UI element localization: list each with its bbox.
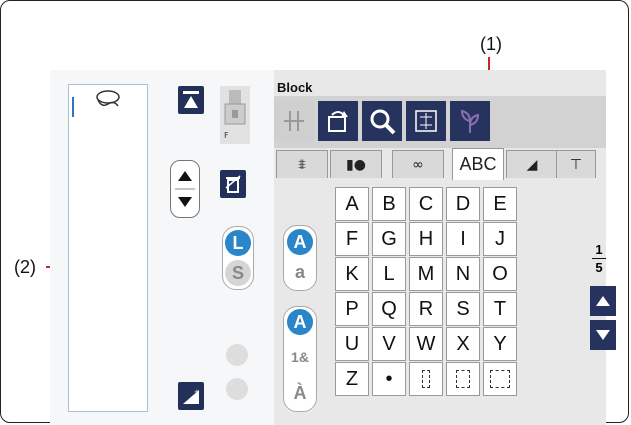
rotate-tool-button[interactable]: [318, 101, 358, 141]
sprout-icon: [460, 109, 480, 133]
space-key-1[interactable]: [409, 362, 443, 396]
tab-satin-stitches[interactable]: ▮●: [330, 150, 382, 178]
zoom-button[interactable]: +: [178, 382, 204, 410]
key-3-2[interactable]: R: [409, 292, 443, 326]
page-indicator: 1 5: [592, 242, 606, 275]
spacing-tool-button[interactable]: [406, 101, 446, 141]
page-total: 5: [595, 260, 603, 275]
up-down-icon[interactable]: [171, 161, 199, 217]
tab-decorative-stitches[interactable]: ∞: [392, 150, 444, 178]
key-0-1[interactable]: B: [372, 187, 406, 221]
mirror-icon[interactable]: [226, 344, 248, 366]
key-0-3[interactable]: D: [446, 187, 480, 221]
decorative-icon: ∞: [412, 156, 424, 173]
resize-icon: +: [183, 388, 200, 404]
key-1-0[interactable]: F: [335, 222, 369, 256]
tab-utility-stitches[interactable]: ⩨: [276, 150, 328, 178]
key-1-4[interactable]: J: [483, 222, 517, 256]
key-1-2[interactable]: H: [409, 222, 443, 256]
stepper-control: [170, 160, 200, 218]
trash-icon: [225, 175, 241, 193]
rotate-icon: [328, 111, 348, 132]
key-5-1[interactable]: •: [372, 362, 406, 396]
text-cursor: [72, 97, 74, 117]
page-up-button[interactable]: [590, 286, 616, 316]
space-icon: [456, 370, 470, 388]
alphabet-button[interactable]: A: [287, 309, 313, 335]
key-2-4[interactable]: O: [483, 257, 517, 291]
align-icon: [284, 111, 304, 131]
key-4-1[interactable]: V: [372, 327, 406, 361]
svg-text:F: F: [224, 131, 229, 140]
key-4-3[interactable]: X: [446, 327, 480, 361]
panel-title: Block: [277, 80, 313, 95]
key-4-0[interactable]: U: [335, 327, 369, 361]
flip-icon[interactable]: [226, 378, 248, 400]
long-mode-button[interactable]: L: [225, 230, 251, 256]
space-icon: [490, 370, 510, 388]
jump-top-icon: [183, 91, 199, 108]
key-4-4[interactable]: Y: [483, 327, 517, 361]
stitch-icon: ⩨: [298, 156, 306, 173]
callout-label-2: (2): [14, 257, 36, 277]
align-tool-button[interactable]: [274, 101, 314, 141]
callout-label-1: (1): [480, 34, 502, 54]
key-1-1[interactable]: G: [372, 222, 406, 256]
tab-garment[interactable]: ⊤: [556, 150, 596, 178]
space-key-3[interactable]: [483, 362, 517, 396]
key-2-0[interactable]: K: [335, 257, 369, 291]
key-2-2[interactable]: M: [409, 257, 443, 291]
key-3-0[interactable]: P: [335, 292, 369, 326]
space-key-2[interactable]: [446, 362, 480, 396]
lowercase-button[interactable]: a: [287, 259, 313, 285]
key-1-3[interactable]: I: [446, 222, 480, 256]
space-icon: [422, 370, 430, 388]
key-0-4[interactable]: E: [483, 187, 517, 221]
key-0-2[interactable]: C: [409, 187, 443, 221]
sprout-tool-button[interactable]: [450, 101, 490, 141]
pattern-preview: [68, 84, 148, 412]
key-0-0[interactable]: A: [335, 187, 369, 221]
triangle-up-icon: [596, 296, 610, 306]
uppercase-button[interactable]: A: [287, 229, 313, 255]
accented-button[interactable]: À: [287, 380, 313, 406]
key-3-4[interactable]: T: [483, 292, 517, 326]
jump-to-top-button[interactable]: [178, 86, 204, 114]
zoom-tool-button[interactable]: [362, 101, 402, 141]
short-mode-button[interactable]: S: [225, 260, 251, 286]
triangle-down-icon: [596, 330, 610, 340]
foot-indicator: F: [220, 86, 250, 144]
applique-icon: ◢: [526, 156, 538, 173]
satin-icon: ▮●: [346, 156, 366, 173]
delete-button[interactable]: [220, 170, 246, 198]
key-4-2[interactable]: W: [409, 327, 443, 361]
svg-text:+: +: [194, 388, 200, 396]
presser-foot-icon: [88, 88, 128, 114]
numbers-symbols-button[interactable]: 1&: [287, 344, 313, 370]
key-2-1[interactable]: L: [372, 257, 406, 291]
presser-foot-f-icon: F: [224, 90, 246, 140]
key-3-3[interactable]: S: [446, 292, 480, 326]
key-3-1[interactable]: Q: [372, 292, 406, 326]
spacing-icon: [415, 110, 437, 132]
page-down-button[interactable]: [590, 320, 616, 350]
key-2-3[interactable]: N: [446, 257, 480, 291]
magnifier-icon: [370, 109, 396, 135]
page-current: 1: [595, 242, 603, 257]
key-5-0[interactable]: Z: [335, 362, 369, 396]
tshirt-icon: ⊤: [569, 156, 583, 173]
tab-applique[interactable]: ◢: [506, 150, 558, 178]
tab-letters[interactable]: ABC: [452, 148, 504, 180]
